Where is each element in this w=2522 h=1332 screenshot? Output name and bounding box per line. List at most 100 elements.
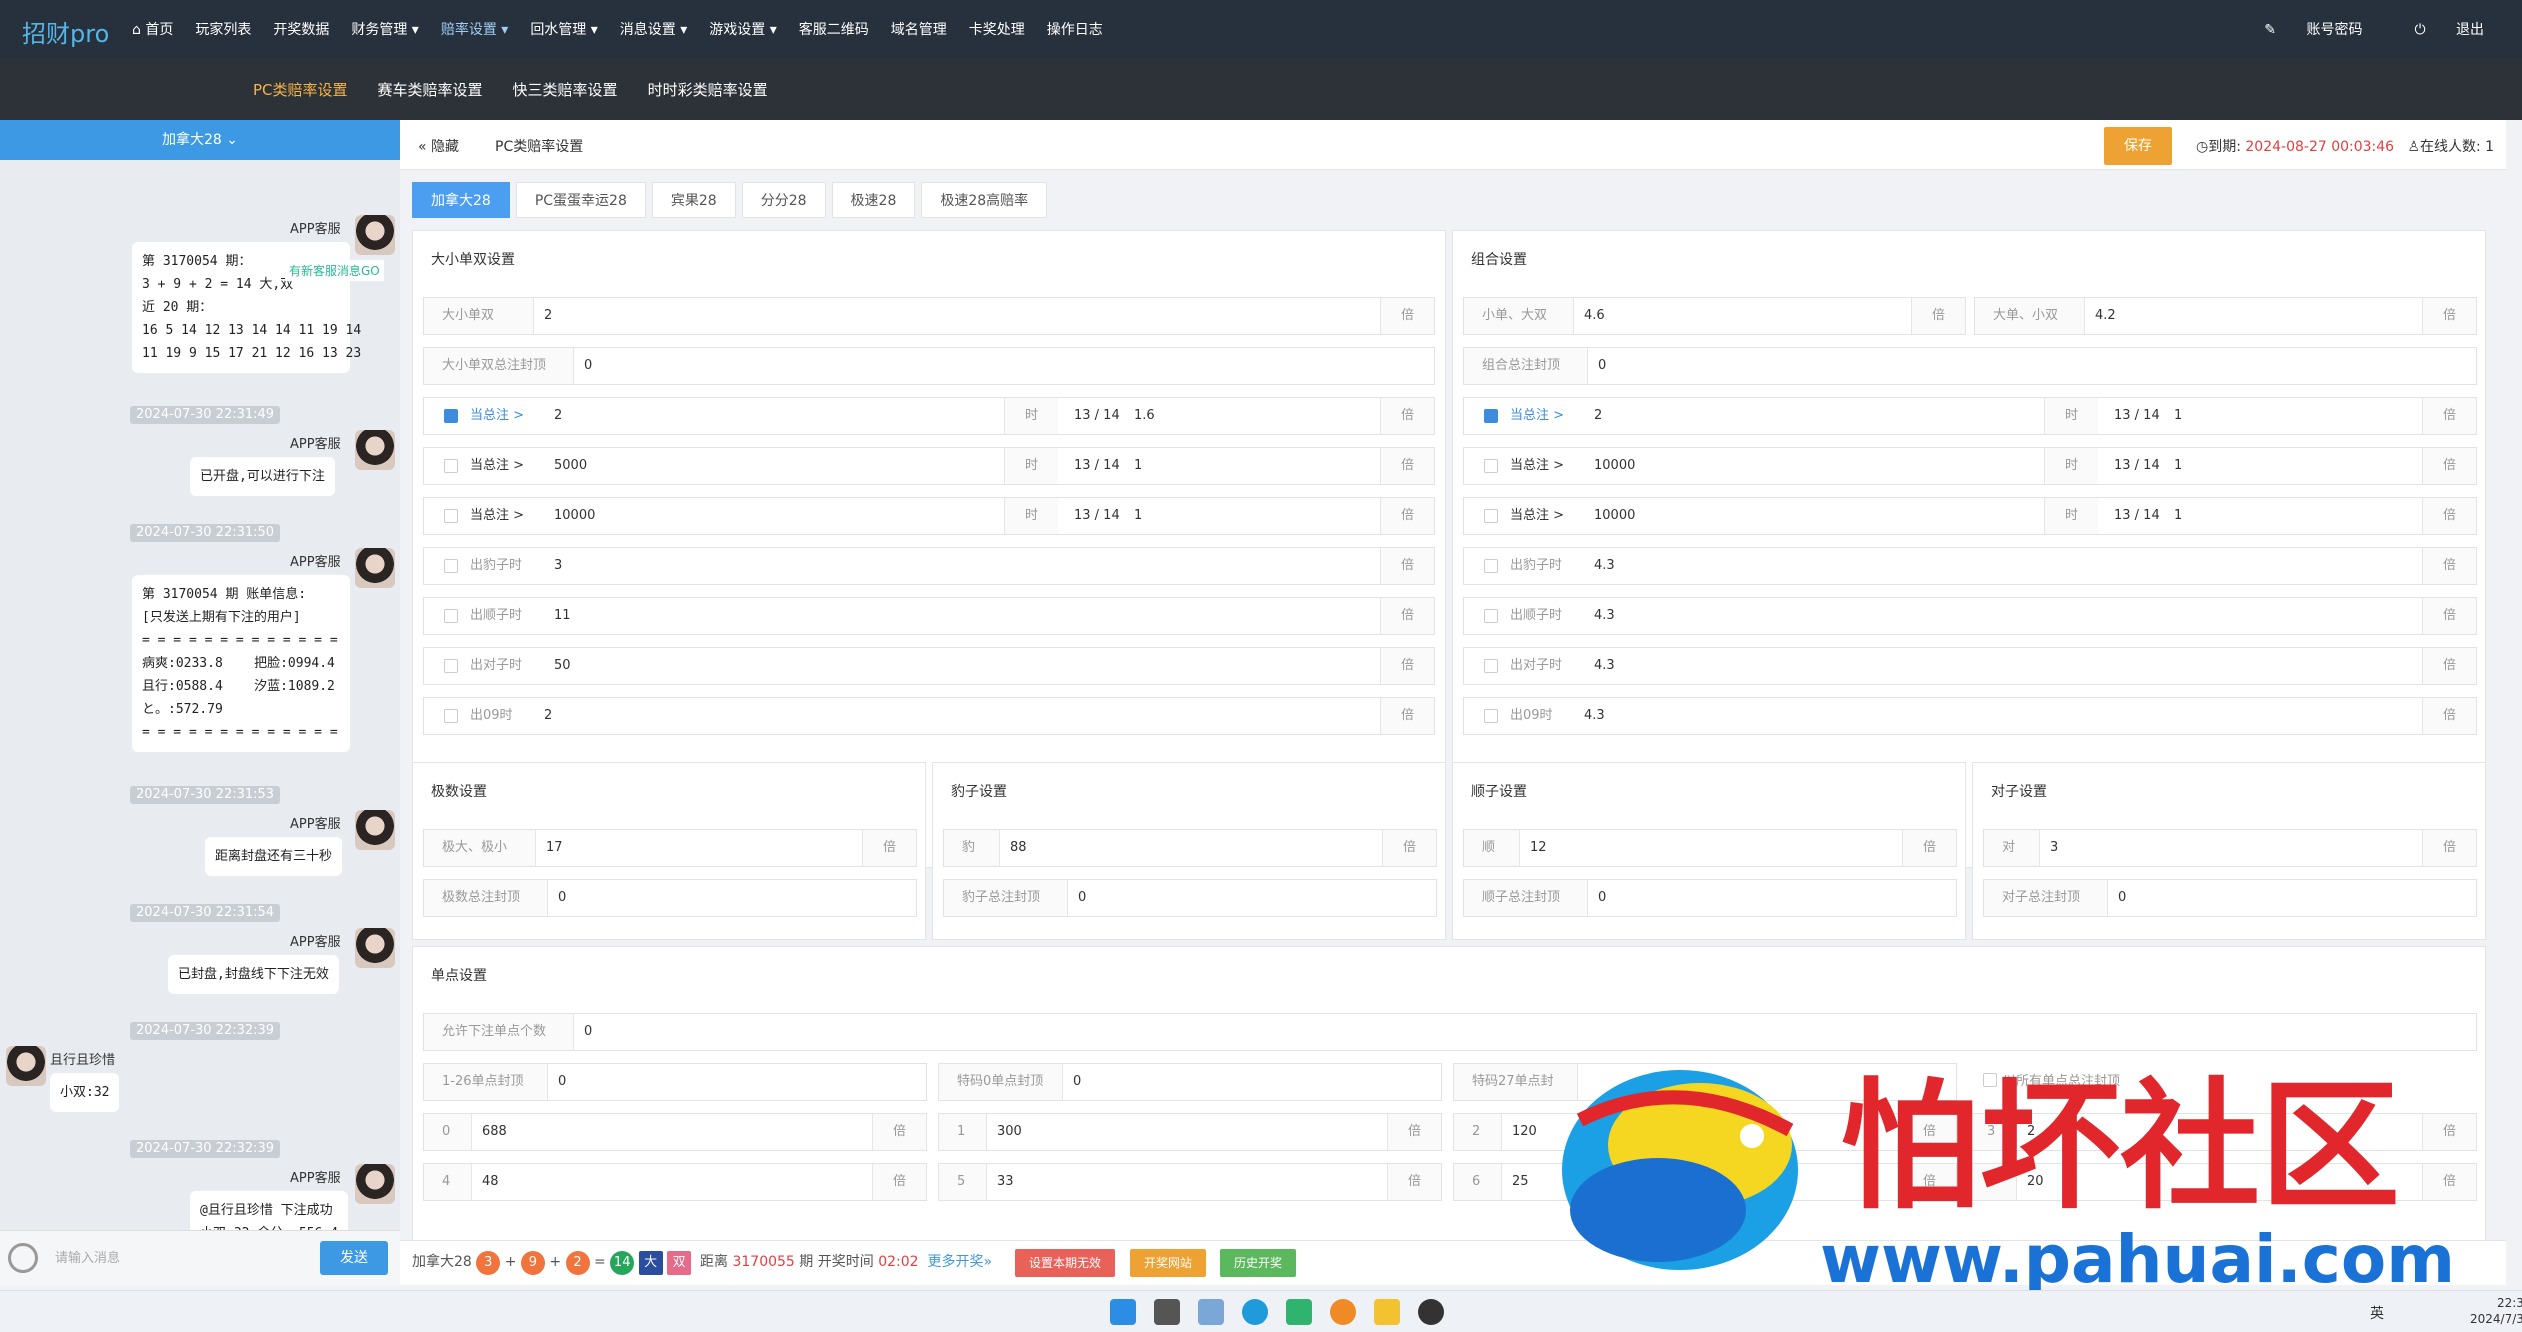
point-odds-input[interactable]: 33 bbox=[987, 1164, 1014, 1200]
pair-cap-input[interactable]: 0 bbox=[2108, 880, 2126, 916]
account-password-link[interactable]: ✎ 账号密码 bbox=[2238, 19, 2362, 39]
nav-draw-data[interactable]: 开奖数据 bbox=[273, 19, 329, 39]
leopard-odds-input[interactable]: 88 bbox=[1000, 830, 1027, 866]
save-button[interactable]: 保存 bbox=[2104, 127, 2172, 165]
special-checkbox[interactable] bbox=[1484, 609, 1498, 623]
point-odds-input[interactable]: 120 bbox=[1502, 1114, 1537, 1150]
amount-input[interactable]: 10000 bbox=[1584, 448, 1635, 484]
allow-count-input[interactable]: 0 bbox=[574, 1014, 592, 1050]
point-odds-input[interactable]: 688 bbox=[472, 1114, 507, 1150]
cond-checkbox[interactable] bbox=[1484, 459, 1498, 473]
cond-checkbox[interactable] bbox=[1484, 509, 1498, 523]
size-cap-input[interactable]: 0 bbox=[574, 348, 592, 384]
special-checkbox[interactable] bbox=[1484, 709, 1498, 723]
history-button[interactable]: 历史开奖 bbox=[1220, 1249, 1297, 1277]
special-odds-input[interactable]: 11 bbox=[544, 598, 571, 634]
special-odds-input[interactable]: 4.3 bbox=[1574, 698, 1605, 734]
qq-icon[interactable] bbox=[1418, 1299, 1444, 1325]
pair-odds-input[interactable]: 3 bbox=[2040, 830, 2058, 866]
subnav-racing-odds[interactable]: 赛车类赔率设置 bbox=[378, 79, 483, 100]
special-checkbox[interactable] bbox=[444, 659, 458, 673]
special-checkbox[interactable] bbox=[444, 709, 458, 723]
cond-checkbox[interactable] bbox=[444, 509, 458, 523]
special-checkbox[interactable] bbox=[444, 559, 458, 573]
more-results-link[interactable]: 更多开奖» bbox=[927, 1254, 992, 1270]
amount-input[interactable]: 10000 bbox=[544, 498, 595, 534]
odds-input[interactable]: 1 bbox=[2164, 498, 2182, 534]
clock[interactable]: 22:322024/7/30 bbox=[2470, 1295, 2522, 1327]
new-message-notice[interactable]: 有新客服消息GO bbox=[285, 260, 384, 281]
app-icon[interactable] bbox=[1286, 1299, 1312, 1325]
special-odds-input[interactable]: 4.3 bbox=[1584, 598, 1615, 634]
logout-link[interactable]: ⏻ 退出 bbox=[2388, 19, 2484, 39]
subnav-ssc-odds[interactable]: 时时彩类赔率设置 bbox=[648, 79, 768, 100]
special-odds-input[interactable]: 4.3 bbox=[1584, 548, 1615, 584]
odds-input[interactable]: 1 bbox=[2164, 448, 2182, 484]
amount-input[interactable]: 2 bbox=[1584, 398, 1602, 434]
cond-checkbox[interactable] bbox=[444, 409, 458, 423]
combo-odds-input[interactable]: 4.6 bbox=[1574, 298, 1605, 334]
nav-game[interactable]: 游戏设置 ▾ bbox=[709, 19, 776, 39]
nav-draw-fix[interactable]: 卡奖处理 bbox=[969, 19, 1025, 39]
edge-icon[interactable] bbox=[1242, 1299, 1268, 1325]
straight-odds-input[interactable]: 12 bbox=[1520, 830, 1547, 866]
tab-canada28[interactable]: 加拿大28 bbox=[412, 182, 510, 218]
nav-players[interactable]: 玩家列表 bbox=[195, 19, 251, 39]
special-checkbox[interactable] bbox=[1484, 559, 1498, 573]
odds-input[interactable]: 1 bbox=[1124, 448, 1142, 484]
app-logo[interactable]: 招财pro bbox=[22, 14, 109, 49]
nav-finance[interactable]: 财务管理 ▾ bbox=[351, 19, 418, 39]
special-checkbox[interactable] bbox=[1484, 659, 1498, 673]
odds-input[interactable]: 1.6 bbox=[1124, 398, 1155, 434]
task-view-icon[interactable] bbox=[1154, 1299, 1180, 1325]
cond-checkbox[interactable] bbox=[1484, 409, 1498, 423]
app-icon[interactable] bbox=[1198, 1299, 1224, 1325]
size-odds-input[interactable]: 2 bbox=[534, 298, 552, 334]
start-icon[interactable] bbox=[1110, 1299, 1136, 1325]
nav-domain[interactable]: 域名管理 bbox=[891, 19, 947, 39]
single-cap-input[interactable]: 0 bbox=[1063, 1064, 1081, 1100]
special-odds-input[interactable]: 2 bbox=[534, 698, 552, 734]
ime-indicator[interactable]: 英 bbox=[2370, 1303, 2384, 1323]
hide-sidebar-button[interactable]: « 隐藏 bbox=[418, 136, 459, 156]
odds-input[interactable]: 1 bbox=[1124, 498, 1142, 534]
tab-minute28[interactable]: 分分28 bbox=[741, 182, 826, 218]
amount-input[interactable]: 2 bbox=[544, 398, 562, 434]
emoji-icon[interactable] bbox=[8, 1243, 38, 1273]
nav-rebate[interactable]: 回水管理 ▾ bbox=[530, 19, 597, 39]
straight-cap-input[interactable]: 0 bbox=[1588, 880, 1606, 916]
tab-speed28-high[interactable]: 极速28高赔率 bbox=[921, 182, 1048, 218]
tab-bingo28[interactable]: 宾果28 bbox=[651, 182, 736, 218]
special-checkbox[interactable] bbox=[444, 609, 458, 623]
special-odds-input[interactable]: 50 bbox=[544, 648, 571, 684]
point-odds-input[interactable]: 300 bbox=[987, 1114, 1022, 1150]
extreme-odds-input[interactable]: 17 bbox=[536, 830, 563, 866]
amount-input[interactable]: 5000 bbox=[544, 448, 587, 484]
subnav-k3-odds[interactable]: 快三类赔率设置 bbox=[513, 79, 618, 100]
cond-checkbox[interactable] bbox=[444, 459, 458, 473]
special-odds-input[interactable]: 4.3 bbox=[1584, 648, 1615, 684]
combo-cap-input[interactable]: 0 bbox=[1588, 348, 1606, 384]
chat-room-select[interactable]: 加拿大28 ⌄ bbox=[0, 120, 400, 160]
leopard-cap-input[interactable]: 0 bbox=[1068, 880, 1086, 916]
extreme-cap-input[interactable]: 0 bbox=[548, 880, 566, 916]
nav-odds[interactable]: 赔率设置 ▾ bbox=[441, 19, 508, 39]
browser-icon[interactable] bbox=[1330, 1299, 1356, 1325]
chat-input[interactable]: 请输入消息 bbox=[55, 1247, 120, 1266]
single-cap-input[interactable]: 0 bbox=[548, 1064, 566, 1100]
tab-pc-lucky28[interactable]: PC蛋蛋幸运28 bbox=[515, 182, 646, 218]
odds-input[interactable]: 1 bbox=[2164, 398, 2182, 434]
point-odds-input[interactable]: 48 bbox=[472, 1164, 499, 1200]
send-button[interactable]: 发送 bbox=[320, 1241, 388, 1275]
nav-home[interactable]: ⌂ 首页 bbox=[132, 19, 173, 39]
special-odds-input[interactable]: 3 bbox=[544, 548, 562, 584]
nav-qrcode[interactable]: 客服二维码 bbox=[799, 19, 869, 39]
nav-log[interactable]: 操作日志 bbox=[1047, 19, 1103, 39]
combo-odds-input[interactable]: 4.2 bbox=[2085, 298, 2116, 334]
chat-messages[interactable]: APP客服 第 3170054 期： 3 + 9 + 2 = 14 大,双 近 … bbox=[0, 160, 400, 1230]
void-draw-button[interactable]: 设置本期无效 bbox=[1015, 1249, 1116, 1277]
current-tab[interactable]: PC类赔率设置 bbox=[495, 136, 583, 156]
folder-icon[interactable] bbox=[1374, 1299, 1400, 1325]
point-odds-input[interactable]: 25 bbox=[1502, 1164, 1529, 1200]
tab-speed28[interactable]: 极速28 bbox=[831, 182, 916, 218]
